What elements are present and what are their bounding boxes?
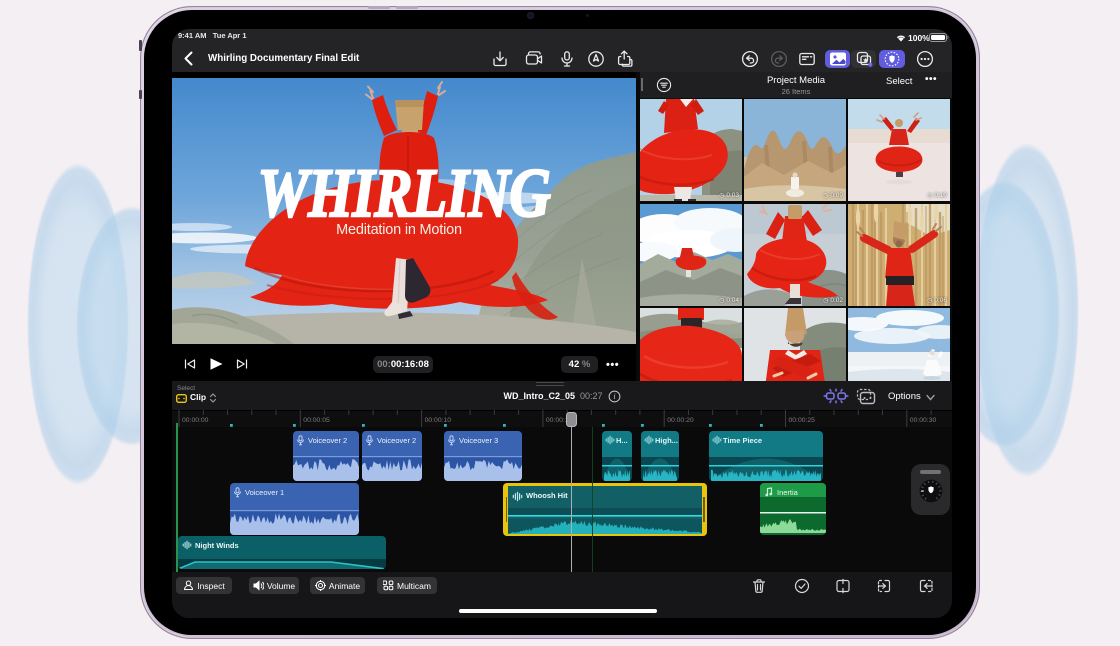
svg-text:100%: 100% (908, 33, 930, 43)
svg-text:i: i (613, 392, 615, 401)
svg-text:00:00:10: 00:00:10 (425, 417, 452, 424)
svg-text:00:00:30: 00:00:30 (910, 417, 937, 424)
svg-text:00:00:20: 00:00:20 (667, 417, 694, 424)
svg-text:00:00:00: 00:00:00 (182, 417, 209, 424)
svg-text:00:00:05: 00:00:05 (303, 417, 330, 424)
svg-text:00:00:25: 00:00:25 (789, 417, 816, 424)
